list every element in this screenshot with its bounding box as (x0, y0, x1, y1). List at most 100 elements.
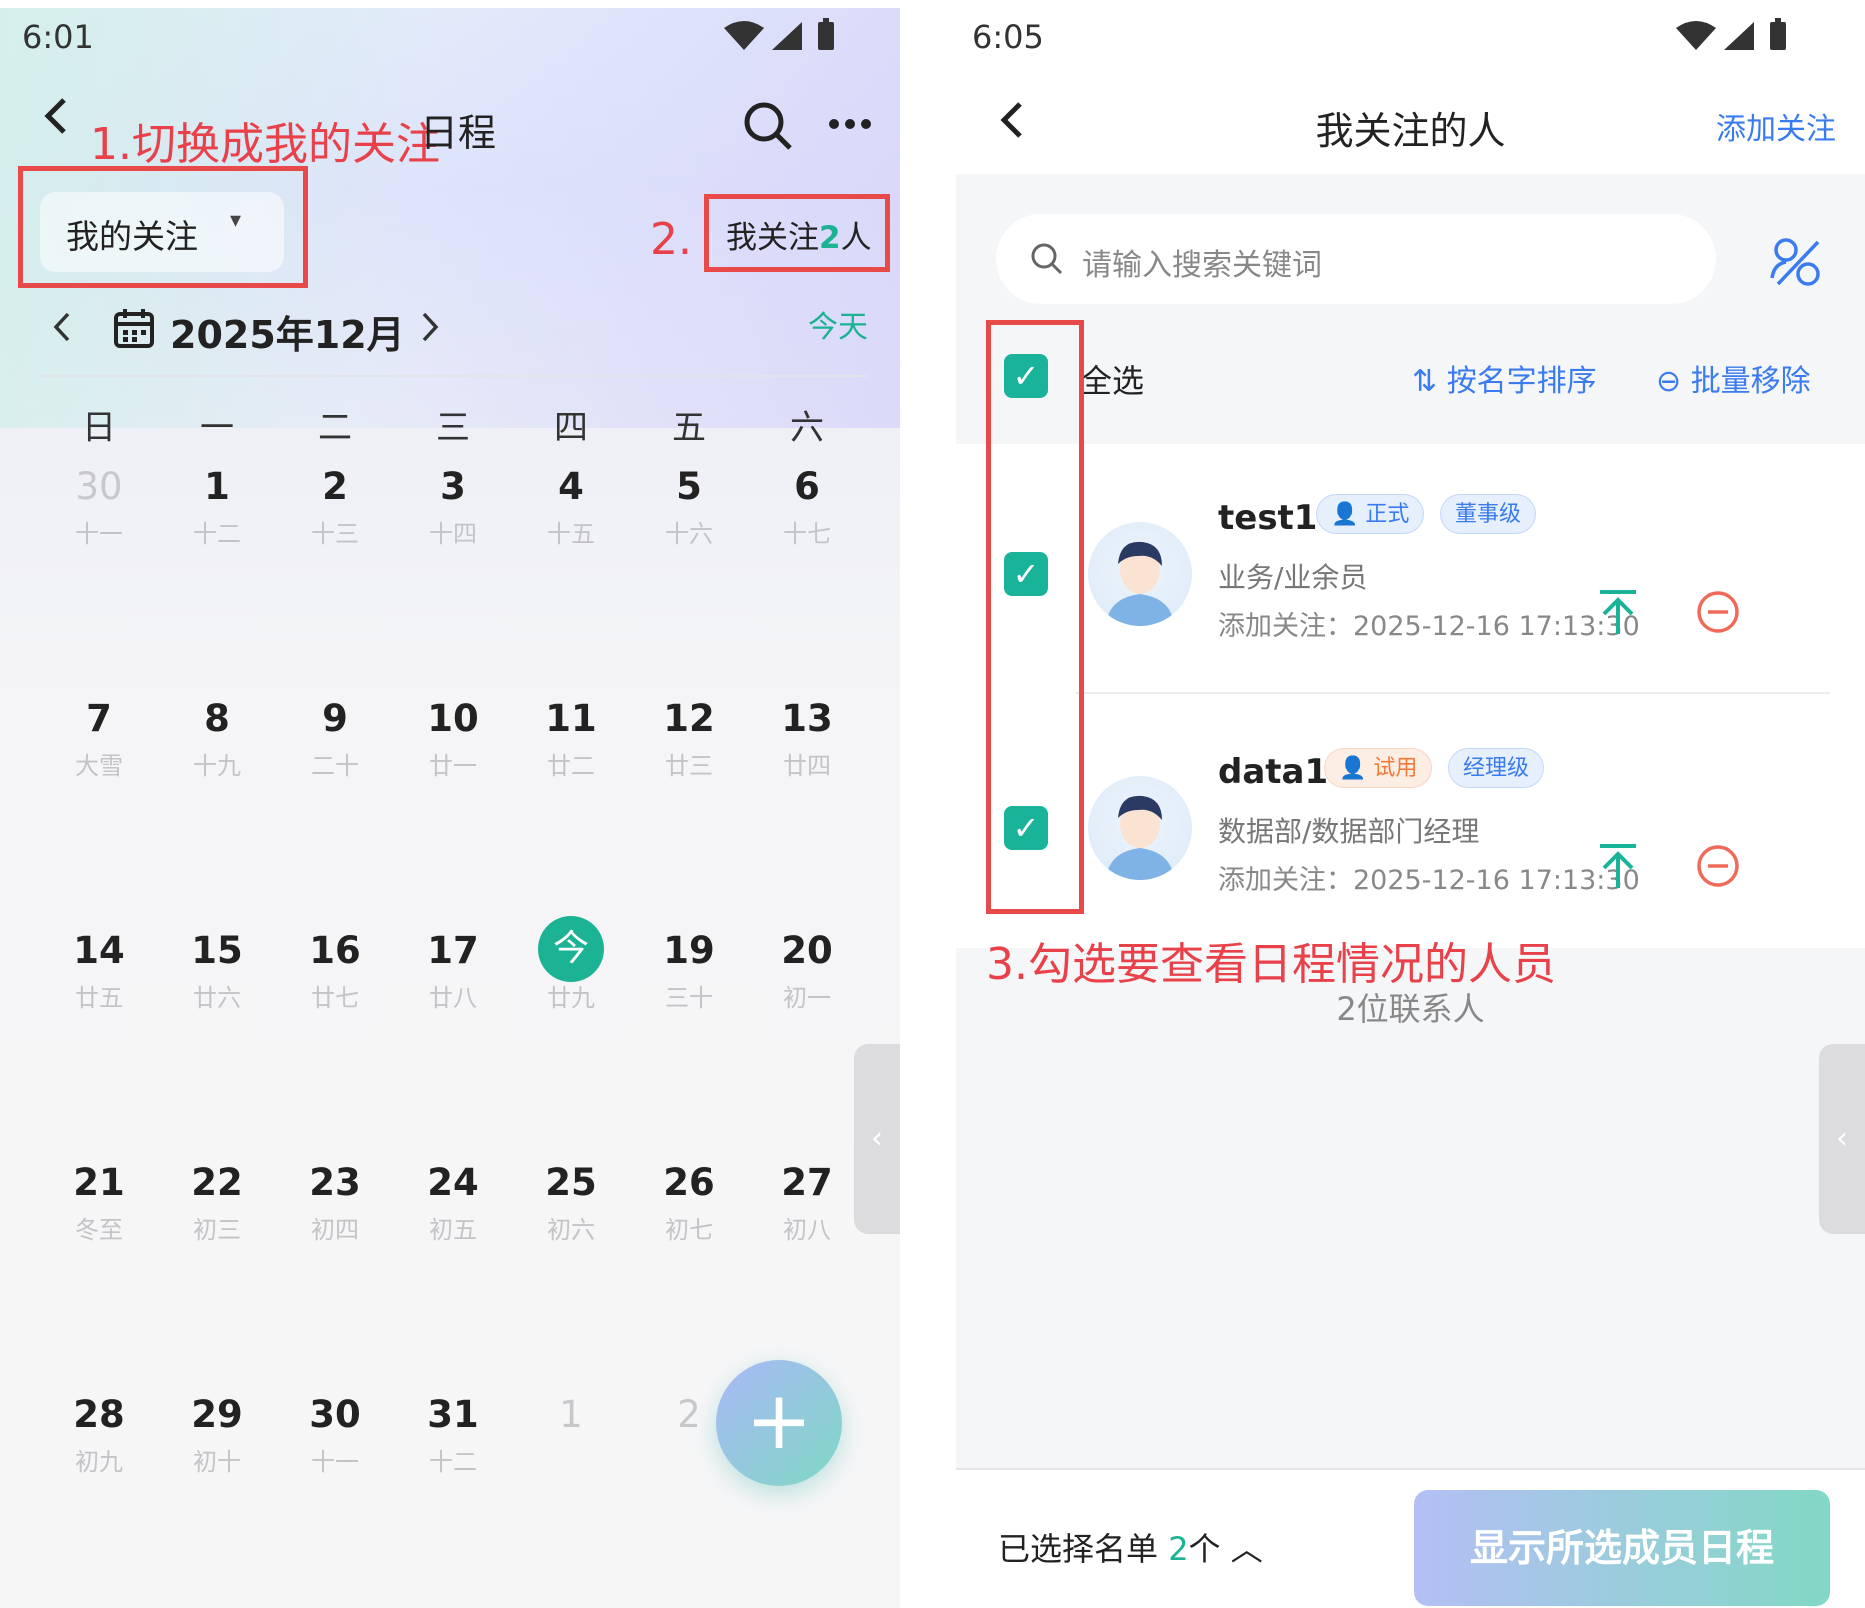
calendar-day[interactable]: 21 冬至 (40, 1158, 158, 1246)
calendar-day[interactable]: 25 初六 (512, 1158, 630, 1246)
calendar-day[interactable]: 19 三十 (630, 926, 748, 1014)
follow-count-link[interactable]: 我关注2人 (726, 212, 872, 257)
day-number: 23 (309, 1161, 361, 1204)
day-number: 13 (781, 697, 833, 740)
show-selected-schedule-button[interactable]: 显示所选成员日程 (1414, 1490, 1830, 1606)
calendar-day[interactable]: 30 十一 (40, 462, 158, 550)
selected-list-toggle[interactable]: 已选择名单 2个 ︿ (998, 1524, 1263, 1570)
contact-row[interactable]: ✓ data1 👤 试用 经理级 数据部/数据部门经理 添加关注：2025-12-16 1… (956, 698, 1865, 948)
selected-count: 2 (1168, 1530, 1189, 1568)
manage-follow-icon[interactable] (1768, 234, 1824, 294)
day-number: 7 (86, 697, 112, 740)
calendar-day[interactable]: 26 初七 (630, 1158, 748, 1246)
day-number: 10 (427, 697, 479, 740)
calendar-day[interactable]: 16 廿七 (276, 926, 394, 1014)
sort-by-name-button[interactable]: ⇅ 按名字排序 (1412, 356, 1597, 400)
month-label: 2025年12月 (170, 313, 405, 357)
person-icon: 👤 (1331, 502, 1366, 527)
remove-circle-icon[interactable] (1696, 590, 1740, 638)
pin-to-top-icon[interactable] (1596, 842, 1640, 894)
calendar-day[interactable]: 31 十二 (394, 1390, 512, 1478)
status-icons (1674, 16, 1794, 64)
selected-prefix: 已选择名单 (998, 1530, 1159, 1568)
day-number: 12 (663, 697, 715, 740)
weekday-label: 四 (554, 408, 588, 448)
lunar-date: 十二 (429, 1448, 477, 1476)
calendar-day[interactable]: 2 十三 (276, 462, 394, 550)
contact-count: 2位联系人 (1336, 990, 1485, 1028)
followed-people-screen: 6:05 我关注的人 添加关注 请输入搜索关键词 ✓ 全选 ⇅ 按名字排序 ⊖ … (956, 8, 1865, 1608)
lunar-date: 初六 (547, 1216, 595, 1244)
lunar-date: 初九 (75, 1448, 123, 1476)
pin-to-top-icon[interactable] (1596, 588, 1640, 640)
calendar-day[interactable]: 20 初一 (748, 926, 866, 1014)
search-icon[interactable] (742, 100, 794, 156)
lunar-date: 大雪 (75, 752, 123, 780)
lunar-date: 廿一 (429, 752, 477, 780)
calendar-day[interactable]: 6 十七 (748, 462, 866, 550)
calendar-day[interactable]: 23 初四 (276, 1158, 394, 1246)
calendar-day-today[interactable]: 今廿九 (512, 916, 630, 1014)
day-number: 17 (427, 929, 479, 972)
add-event-button[interactable]: + (716, 1360, 842, 1486)
calendar-day[interactable]: 10 廿一 (394, 694, 512, 782)
day-number: 5 (676, 465, 702, 508)
calendar-day[interactable]: 30 十一 (276, 1390, 394, 1478)
calendar-day[interactable]: 27 初八 (748, 1158, 866, 1246)
calendar-day[interactable]: 17 廿八 (394, 926, 512, 1014)
calendar-day[interactable]: 12 廿三 (630, 694, 748, 782)
calendar-day[interactable]: 28 初九 (40, 1390, 158, 1478)
avatar (1088, 522, 1192, 626)
day-number: 今 (538, 916, 604, 982)
status-time: 6:01 (22, 18, 94, 56)
calendar-day[interactable]: 1 十二 (158, 462, 276, 550)
calendar-day[interactable]: 11 廿二 (512, 694, 630, 782)
weekday-label: 二 (318, 408, 352, 448)
day-number: 4 (558, 465, 584, 508)
calendar-day[interactable]: 1 (512, 1390, 630, 1446)
lunar-date: 十四 (429, 520, 477, 548)
calendar-day[interactable]: 8 十九 (158, 694, 276, 782)
more-icon[interactable] (828, 116, 872, 135)
calendar-day[interactable]: 13 廿四 (748, 694, 866, 782)
next-month-icon[interactable] (420, 310, 440, 348)
calendar-day[interactable]: 14 廿五 (40, 926, 158, 1014)
calendar-day[interactable]: 9 二十 (276, 694, 394, 782)
contact-row[interactable]: ✓ test1 👤 正式 董事级 业务/业余员 添加关注：2025-12-16 17:13… (956, 444, 1865, 694)
weekday-label: 五 (672, 408, 706, 448)
weekday-label: 六 (790, 408, 824, 448)
lunar-date: 初五 (429, 1216, 477, 1244)
calendar-day[interactable]: 22 初三 (158, 1158, 276, 1246)
batch-remove-button[interactable]: ⊖ 批量移除 (1656, 356, 1811, 400)
side-drawer-handle[interactable]: ‹ (1819, 1044, 1865, 1234)
side-drawer-handle[interactable]: ‹ (854, 1044, 900, 1234)
add-follow-link[interactable]: 添加关注 (1716, 104, 1836, 148)
lunar-date: 十二 (193, 520, 241, 548)
select-all-label: 全选 (1080, 362, 1145, 400)
prev-month-icon[interactable] (52, 310, 72, 348)
calendar-day[interactable]: 7 大雪 (40, 694, 158, 782)
divider (40, 375, 868, 377)
remove-circle-icon[interactable] (1696, 844, 1740, 892)
calendar-day[interactable]: 15 廿六 (158, 926, 276, 1014)
calendar-day[interactable]: 4 十五 (512, 462, 630, 550)
day-number: 24 (427, 1161, 479, 1204)
filter-dropdown[interactable]: 我的关注 ▾ (40, 192, 284, 272)
annotation-box-checkboxes (986, 320, 1084, 914)
calendar-day[interactable]: 24 初五 (394, 1158, 512, 1246)
back-icon[interactable] (42, 96, 70, 146)
search-input[interactable]: 请输入搜索关键词 (996, 214, 1716, 304)
sort-label: 按名字排序 (1446, 364, 1597, 399)
search-icon (1030, 242, 1064, 280)
sort-icon: ⇅ (1412, 364, 1447, 399)
calendar-day[interactable]: 5 十六 (630, 462, 748, 550)
day-number: 9 (322, 697, 348, 740)
lunar-date: 十一 (311, 1448, 359, 1476)
day-number: 21 (73, 1161, 125, 1204)
lunar-date: 十五 (547, 520, 595, 548)
contact-added-time: 添加关注：2025-12-16 17:13:30 (1218, 865, 1640, 896)
calendar-day[interactable]: 3 十四 (394, 462, 512, 550)
today-button[interactable]: 今天 (808, 302, 868, 346)
calendar-day[interactable]: 29 初十 (158, 1390, 276, 1478)
day-number: 31 (427, 1393, 479, 1436)
